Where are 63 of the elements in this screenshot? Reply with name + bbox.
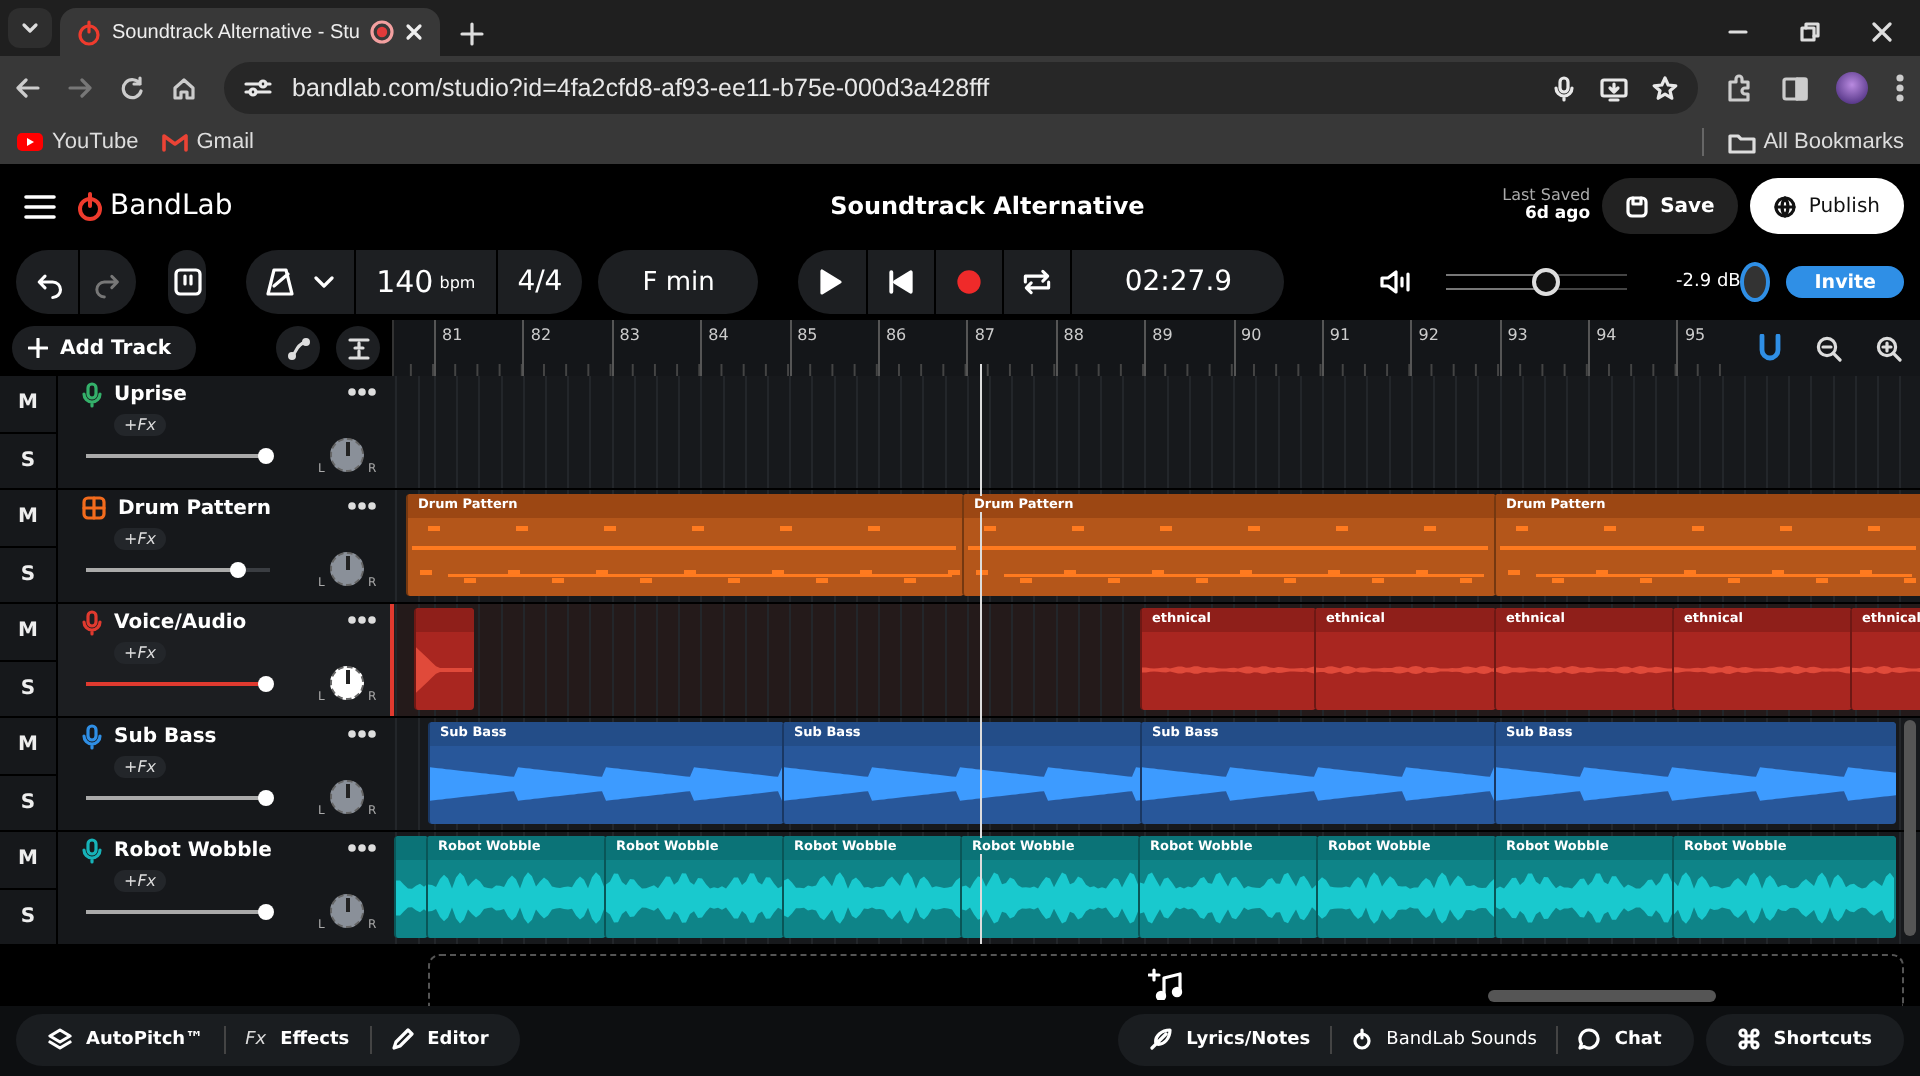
mute-button[interactable]: M (0, 604, 56, 659)
save-button[interactable]: Save (1602, 178, 1739, 234)
url-text: bandlab.com/studio?id=4fa2cfd8-af93-ee11-b75e-000d3a428fff (292, 74, 992, 102)
mute-button[interactable]: M (0, 376, 56, 431)
fx-icon: Fx (245, 1029, 267, 1049)
last-saved-time: 6d ago (1524, 205, 1591, 224)
effects-button[interactable]: +Fx (114, 528, 167, 550)
project-title: Soundtrack Alternative (828, 192, 1147, 220)
solo-button[interactable]: S (0, 773, 56, 830)
bar-number: 92 (1418, 326, 1441, 344)
bar-number: 86 (885, 326, 909, 344)
toolbar-button[interactable]: Chat (1556, 1025, 1682, 1053)
bookmark-link[interactable]: Gmail (162, 130, 254, 154)
tempo-value: 140 (376, 264, 434, 300)
bar-number: 94 (1596, 326, 1619, 344)
bookmark-link[interactable]: YouTube (16, 130, 139, 154)
mute-button[interactable]: M (0, 490, 56, 545)
tab-title: Soundtrack Alternative - Stu (112, 21, 360, 43)
solo-button[interactable]: S (0, 431, 56, 488)
bar-number: 93 (1507, 326, 1530, 344)
bar-number: 89 (1152, 326, 1175, 344)
solo-button[interactable]: S (0, 887, 56, 944)
app-logo-text: BandLab (110, 190, 233, 222)
track-name: Uprise (114, 384, 187, 406)
effects-button[interactable]: +Fx (114, 756, 167, 778)
track-name: Robot Wobble (114, 840, 272, 862)
bar-number: 87 (974, 326, 998, 344)
solo-button[interactable]: S (0, 545, 56, 602)
bar-number: 91 (1329, 326, 1353, 344)
sounds-button[interactable]: BandLab Sounds (1330, 1025, 1557, 1053)
toolbar-button[interactable]: Lyrics/Notes (1130, 1025, 1331, 1053)
publish-button[interactable]: Publish (1750, 178, 1904, 234)
volume-reading: -2.9 dB (1676, 272, 1741, 292)
bar-number: 82 (530, 326, 554, 344)
toolbar-button[interactable]: Editor (369, 1025, 509, 1053)
key-selector[interactable]: F min (598, 250, 759, 314)
effects-button[interactable]: +Fx (114, 870, 167, 892)
track-name: Sub Bass (114, 726, 217, 748)
toolbar-button[interactable]: Shortcuts (1717, 1025, 1892, 1053)
bar-number: 95 (1684, 326, 1708, 344)
bar-number: 90 (1241, 326, 1264, 344)
bar-number: 84 (708, 326, 731, 344)
time-display: 02:27.9 (1070, 250, 1285, 314)
toolbar-button[interactable]: Fx Effects (223, 1025, 370, 1053)
address-bar[interactable]: bandlab.com/studio?id=4fa2cfd8-af93-ee11-b75e-000d3a428fff (224, 62, 1698, 114)
mute-button[interactable]: M (0, 832, 56, 887)
tempo-unit: bpm (439, 273, 476, 291)
bar-number: 81 (442, 326, 465, 344)
all-bookmarks-button[interactable]: All Bookmarks (1727, 130, 1904, 154)
effects-button[interactable]: +Fx (114, 414, 167, 436)
track-name: Voice/Audio (114, 612, 247, 634)
bar-number: 88 (1063, 326, 1086, 344)
toolbar-button[interactable]: AutoPitch™ (28, 1025, 224, 1053)
track-name: Drum Pattern (118, 497, 271, 519)
add-track-button[interactable]: Add Track (12, 326, 196, 370)
time-signature[interactable]: 4/4 (495, 250, 583, 314)
effects-button[interactable]: +Fx (114, 642, 167, 664)
solo-button[interactable]: S (0, 659, 56, 716)
browser-tab[interactable]: Soundtrack Alternative - Stu (60, 8, 440, 56)
last-saved-label: Last Saved (1502, 188, 1591, 205)
bar-number: 83 (619, 326, 642, 344)
mute-button[interactable]: M (0, 718, 56, 773)
bar-number: 85 (797, 326, 820, 344)
